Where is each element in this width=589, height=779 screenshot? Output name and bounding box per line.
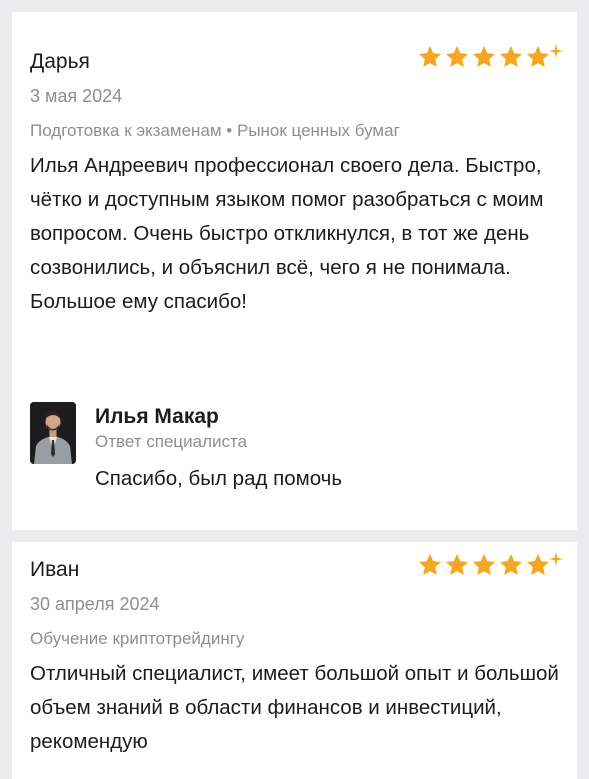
avatar [30,402,76,464]
star-icon [444,552,470,578]
reviewer-name: Иван [30,558,80,581]
review-text: Отличный специалист, имеет большой опыт … [30,662,559,753]
rating-stars [417,44,563,70]
specialist-photo [30,402,76,464]
star-icon [471,552,497,578]
rating-stars [417,552,563,578]
star-icon [471,44,497,70]
specialist-name: Илья Макар [95,405,219,428]
review-date: 3 мая 2024 [30,86,123,106]
star-icon [417,44,443,70]
star-icon [498,552,524,578]
star-icon [525,44,551,70]
star-icon [498,44,524,70]
reply-text: Спасибо, был рад помочь [95,467,343,490]
star-icon [417,552,443,578]
review-card: Дарья 3 мая 2024 Подготовка к экзаменам … [12,12,577,530]
review-card: Иван 30 апреля 2024 Обучение криптотрейд… [12,542,577,779]
star-icon [525,552,551,578]
review-category: Обучение криптотрейдингу [30,629,245,648]
review-text: Илья Андреевич профессионал своего дела.… [30,154,544,313]
sparkle-icon [549,552,563,566]
reviewer-name: Дарья [30,50,90,73]
star-icon [444,44,470,70]
specialist-role: Ответ специалиста [95,432,248,451]
review-date: 30 апреля 2024 [30,594,160,614]
sparkle-icon [549,44,563,58]
review-category: Подготовка к экзаменам • Рынок ценных бу… [30,121,400,140]
